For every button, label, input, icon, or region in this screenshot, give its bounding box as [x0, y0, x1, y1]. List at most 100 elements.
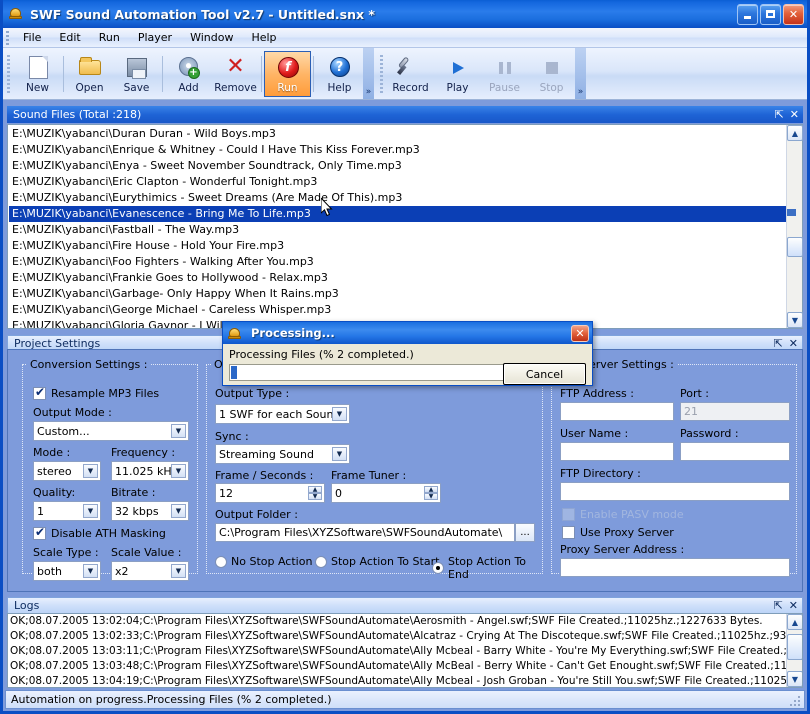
output-type-combo[interactable]: 1 SWF for each Sound ▼: [215, 404, 350, 424]
chevron-down-icon[interactable]: ▼: [83, 504, 98, 518]
logs-list[interactable]: OK;08.07.2005 13:02:04;C:\Program Files\…: [7, 613, 803, 688]
scroll-thumb[interactable]: [787, 237, 803, 257]
stepper-down-icon[interactable]: ▼: [424, 493, 438, 500]
list-item[interactable]: E:\MUZIK\yabanci\Garbage- Only Happy Whe…: [9, 286, 786, 302]
list-item[interactable]: E:\MUZIK\yabanci\Frankie Goes to Hollywo…: [9, 270, 786, 286]
menu-item-player[interactable]: Player: [129, 29, 181, 46]
chevron-down-icon[interactable]: ▼: [332, 407, 347, 421]
sync-label: Sync :: [215, 430, 249, 443]
scale-value-combo[interactable]: x2 ▼: [111, 561, 189, 581]
resample-mp3-checkbox[interactable]: Resample MP3 Files: [33, 385, 159, 400]
menu-item-window[interactable]: Window: [181, 29, 242, 46]
output-folder-field[interactable]: C:\Program Files\XYZSoftware\SWFSoundAut…: [215, 523, 515, 542]
remove-button[interactable]: ✕ Remove: [212, 51, 259, 97]
dialog-close-button[interactable]: ✕: [571, 324, 589, 342]
save-button[interactable]: Save: [113, 51, 160, 97]
stepper-down-icon[interactable]: ▼: [308, 493, 322, 500]
scale-type-combo[interactable]: both ▼: [33, 561, 101, 581]
toolbar-drag-grip[interactable]: [7, 54, 10, 93]
chevron-down-icon[interactable]: ▼: [171, 424, 186, 438]
list-item[interactable]: E:\MUZIK\yabanci\Duran Duran - Wild Boys…: [9, 126, 786, 142]
pin-icon[interactable]: ⇱: [774, 600, 783, 611]
close-icon[interactable]: ✕: [790, 109, 799, 120]
maximize-button[interactable]: [760, 3, 781, 25]
list-item[interactable]: E:\MUZIK\yabanci\George Michael - Carele…: [9, 302, 786, 318]
list-item[interactable]: E:\MUZIK\yabanci\Eurythimics - Sweet Dre…: [9, 190, 786, 206]
menu-item-help[interactable]: Help: [242, 29, 285, 46]
play-button-label: Play: [446, 81, 469, 94]
proxy-address-field[interactable]: [560, 558, 790, 577]
resize-grip-icon[interactable]: [790, 693, 802, 706]
output-mode-combo[interactable]: Custom... ▼: [33, 421, 189, 441]
menu-item-run[interactable]: Run: [90, 29, 129, 46]
player-toolbar-drag-grip[interactable]: [380, 54, 383, 93]
frequency-combo[interactable]: 11.025 kHz ▼: [111, 461, 189, 481]
menu-item-edit[interactable]: Edit: [50, 29, 89, 46]
scroll-up-arrow-icon[interactable]: ▲: [787, 125, 803, 141]
sound-files-scrollbar[interactable]: ▲ ▼: [786, 125, 803, 328]
chevron-down-icon[interactable]: ▼: [171, 464, 186, 478]
mode-combo[interactable]: stereo ▼: [33, 461, 101, 481]
list-item[interactable]: E:\MUZIK\yabanci\Foo Fighters - Walking …: [9, 254, 786, 270]
browse-folder-button[interactable]: ...: [515, 523, 535, 542]
help-button-label: Help: [327, 81, 352, 94]
open-folder-icon: [77, 55, 103, 81]
sync-combo[interactable]: Streaming Sound ▼: [215, 444, 350, 464]
minimize-button[interactable]: [737, 3, 758, 25]
list-item[interactable]: E:\MUZIK\yabanci\Enrique & Whitney - Cou…: [9, 142, 786, 158]
logs-scrollbar[interactable]: ▲ ▼: [786, 614, 802, 687]
chevron-down-icon[interactable]: ▼: [83, 564, 98, 578]
list-item[interactable]: E:\MUZIK\yabanci\Fastball - The Way.mp3: [9, 222, 786, 238]
radio-no-stop-action[interactable]: No Stop Action: [215, 555, 312, 568]
sound-files-list[interactable]: E:\MUZIK\yabanci\Duran Duran - Wild Boys…: [7, 124, 803, 329]
new-button[interactable]: New: [14, 51, 61, 97]
list-item[interactable]: E:\MUZIK\yabanci\Enya - Sweet November S…: [9, 158, 786, 174]
add-button-label: Add: [178, 81, 199, 94]
scroll-up-arrow-icon[interactable]: ▲: [787, 614, 802, 630]
play-button[interactable]: Play: [434, 51, 481, 97]
stepper-up-icon[interactable]: ▲: [308, 486, 322, 493]
cancel-button[interactable]: Cancel: [503, 363, 586, 385]
bitrate-label: Bitrate :: [111, 486, 156, 499]
chevron-down-icon[interactable]: ▼: [332, 447, 347, 461]
close-button[interactable]: ✕: [783, 3, 804, 25]
bitrate-combo[interactable]: 32 kbps ▼: [111, 501, 189, 521]
quality-combo[interactable]: 1 ▼: [33, 501, 101, 521]
close-icon[interactable]: ✕: [789, 338, 798, 349]
pin-icon[interactable]: ⇱: [774, 338, 783, 349]
scroll-down-arrow-icon[interactable]: ▼: [787, 671, 802, 687]
ftp-address-field[interactable]: [560, 402, 674, 421]
ftp-username-field[interactable]: [560, 442, 674, 461]
ftp-port-field[interactable]: 21: [680, 402, 790, 421]
ftp-password-field[interactable]: [680, 442, 790, 461]
player-toolbar-overflow-button[interactable]: »: [575, 48, 586, 99]
list-item[interactable]: E:\MUZIK\yabanci\Eric Clapton - Wonderfu…: [9, 174, 786, 190]
run-button[interactable]: f Run: [264, 50, 311, 97]
menu-drag-grip[interactable]: [6, 30, 9, 45]
disable-ath-masking-checkbox[interactable]: Disable ATH Masking: [33, 525, 166, 540]
close-icon[interactable]: ✕: [789, 600, 798, 611]
chevron-down-icon[interactable]: ▼: [171, 504, 186, 518]
ftp-directory-field[interactable]: [560, 482, 790, 501]
scroll-down-arrow-icon[interactable]: ▼: [787, 312, 803, 328]
open-button[interactable]: Open: [66, 51, 113, 97]
frame-tuner-stepper[interactable]: 0 ▲ ▼: [331, 483, 441, 503]
add-button[interactable]: + Add: [165, 51, 212, 97]
ftp-address-label: FTP Address :: [560, 387, 634, 400]
radio-stop-action-to-end[interactable]: Stop Action To End: [432, 555, 542, 581]
list-item[interactable]: E:\MUZIK\yabanci\Fire House - Hold Your …: [9, 238, 786, 254]
use-proxy-server-checkbox[interactable]: Use Proxy Server: [562, 526, 674, 539]
chevron-down-icon[interactable]: ▼: [83, 464, 98, 478]
toolbar-overflow-button[interactable]: »: [363, 48, 374, 99]
stepper-up-icon[interactable]: ▲: [424, 486, 438, 493]
scroll-thumb[interactable]: [787, 634, 802, 660]
radio-stop-action-to-start[interactable]: Stop Action To Start: [315, 555, 439, 568]
list-item-selected[interactable]: E:\MUZIK\yabanci\Evanescence - Bring Me …: [9, 206, 786, 222]
menu-item-file[interactable]: File: [14, 29, 50, 46]
help-button[interactable]: ? Help: [316, 51, 363, 97]
stop-square-icon: [539, 55, 565, 81]
pin-icon[interactable]: ⇱: [775, 109, 784, 120]
record-button[interactable]: Record: [387, 51, 434, 97]
chevron-down-icon[interactable]: ▼: [171, 564, 186, 578]
frame-seconds-stepper[interactable]: 12 ▲ ▼: [215, 483, 325, 503]
